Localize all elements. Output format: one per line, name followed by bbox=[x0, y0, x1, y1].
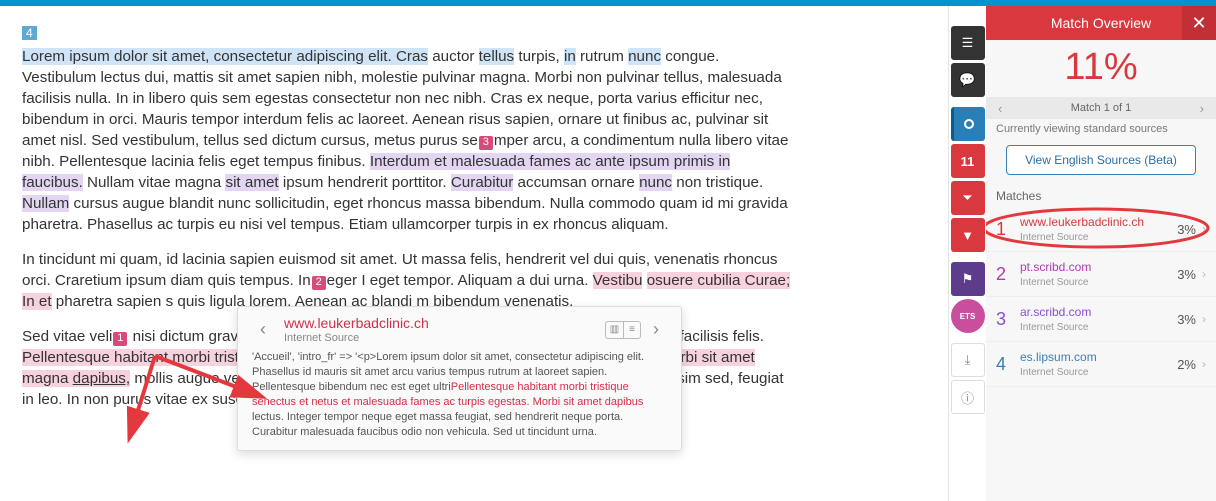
download-button[interactable]: ⤓ bbox=[951, 343, 985, 377]
tool-column: ☰ 💬 11 ⏷ ▼ ⚑ ETS ⤓ ⓘ bbox=[948, 6, 986, 501]
match-position: Match 1 of 1 bbox=[1071, 102, 1132, 114]
popup-prev[interactable]: ‹ bbox=[252, 319, 274, 340]
filter-icon: ▼ bbox=[961, 228, 974, 243]
match-overview-panel: Match Overview ✕ 11% ‹ Match 1 of 1 › Cu… bbox=[986, 6, 1216, 501]
match-prev[interactable]: ‹ bbox=[992, 101, 1008, 116]
match-domain: ar.scribd.com bbox=[1020, 305, 1091, 319]
document-viewport: 4 Lorem ipsum dolor sit amet, consectetu… bbox=[0, 6, 948, 501]
match-index: 1 bbox=[996, 219, 1016, 240]
match-type: Internet Source bbox=[1020, 232, 1088, 243]
match-type: Internet Source bbox=[1020, 277, 1088, 288]
match-percent: 2% bbox=[1177, 357, 1196, 372]
paragraph-1: Lorem ipsum dolor sit amet, consectetur … bbox=[22, 46, 792, 235]
chat-button[interactable]: 💬 bbox=[951, 63, 985, 97]
download-icon: ⤓ bbox=[965, 352, 971, 368]
layers-icon: ☰ bbox=[962, 35, 974, 51]
chevron-right-icon: › bbox=[1202, 267, 1206, 281]
match-next[interactable]: › bbox=[1194, 101, 1210, 116]
chat-icon: 💬 bbox=[959, 72, 975, 88]
info-icon: ⓘ bbox=[961, 388, 974, 407]
list-icon: ≡ bbox=[623, 321, 641, 339]
match-domain: www.leukerbadclinic.ch bbox=[1020, 215, 1144, 229]
matches-heading: Matches bbox=[986, 185, 1216, 207]
panel-header: Match Overview ✕ bbox=[986, 6, 1216, 40]
popup-source-title[interactable]: www.leukerbadclinic.ch bbox=[284, 315, 605, 331]
flag-icon: ⚑ bbox=[962, 271, 974, 287]
paragraph-2: In tincidunt mi quam, id lacinia sapien … bbox=[22, 249, 792, 312]
ets-button[interactable]: ETS bbox=[951, 299, 985, 333]
match-navigator: ‹ Match 1 of 1 › bbox=[986, 97, 1216, 119]
match-index: 4 bbox=[996, 354, 1016, 375]
match-type: Internet Source bbox=[1020, 367, 1088, 378]
match-row-2[interactable]: 2 pt.scribd.com Internet Source 3% › bbox=[986, 252, 1216, 297]
match-percent: 3% bbox=[1177, 312, 1196, 327]
match-badge-1[interactable]: 1 bbox=[113, 332, 127, 346]
match-index: 3 bbox=[996, 309, 1016, 330]
similarity-button[interactable] bbox=[951, 107, 985, 141]
match-domain: es.lipsum.com bbox=[1020, 350, 1097, 364]
section-number: 4 bbox=[22, 26, 37, 40]
bars-icon: ⏷ bbox=[962, 190, 972, 206]
chevron-right-icon: › bbox=[1202, 312, 1206, 326]
match-row-4[interactable]: 4 es.lipsum.com Internet Source 2% › bbox=[986, 342, 1216, 387]
popup-view-toggle[interactable]: ▥ ≡ bbox=[605, 321, 641, 339]
close-icon: ✕ bbox=[1191, 13, 1206, 34]
popup-next[interactable]: › bbox=[645, 319, 667, 340]
match-type: Internet Source bbox=[1020, 322, 1088, 333]
match-index: 2 bbox=[996, 264, 1016, 285]
match-count-button[interactable]: 11 bbox=[951, 144, 985, 178]
match-percent: 3% bbox=[1177, 267, 1196, 282]
view-english-sources-button[interactable]: View English Sources (Beta) bbox=[1006, 145, 1196, 175]
match-domain: pt.scribd.com bbox=[1020, 260, 1091, 274]
match-badge-2[interactable]: 2 bbox=[312, 276, 326, 290]
panel-title: Match Overview bbox=[1051, 15, 1151, 31]
source-popup: ‹ www.leukerbadclinic.ch Internet Source… bbox=[237, 306, 682, 451]
all-sources-button[interactable]: ⏷ bbox=[951, 181, 985, 215]
close-panel-button[interactable]: ✕ bbox=[1182, 6, 1216, 40]
popup-source-type: Internet Source bbox=[284, 332, 605, 344]
book-icon: ▥ bbox=[605, 321, 623, 339]
filter-button[interactable]: ▼ bbox=[951, 218, 985, 252]
popup-snippet: 'Accueil', 'intro_fr' => '<p>Lorem ipsum… bbox=[252, 350, 667, 440]
match-row-3[interactable]: 3 ar.scribd.com Internet Source 3% › bbox=[986, 297, 1216, 342]
flag-button[interactable]: ⚑ bbox=[951, 262, 985, 296]
similarity-score: 11% bbox=[986, 40, 1216, 97]
chevron-right-icon: › bbox=[1202, 357, 1206, 371]
layers-button[interactable]: ☰ bbox=[951, 26, 985, 60]
info-button[interactable]: ⓘ bbox=[951, 380, 985, 414]
standard-sources-note: Currently viewing standard sources bbox=[986, 119, 1216, 139]
match-row-1[interactable]: 1 www.leukerbadclinic.ch Internet Source 3%… bbox=[986, 207, 1216, 252]
match-badge-3[interactable]: 3 bbox=[479, 136, 493, 150]
match-percent: 3% bbox=[1177, 222, 1196, 237]
chevron-right-icon: › bbox=[1202, 222, 1206, 236]
